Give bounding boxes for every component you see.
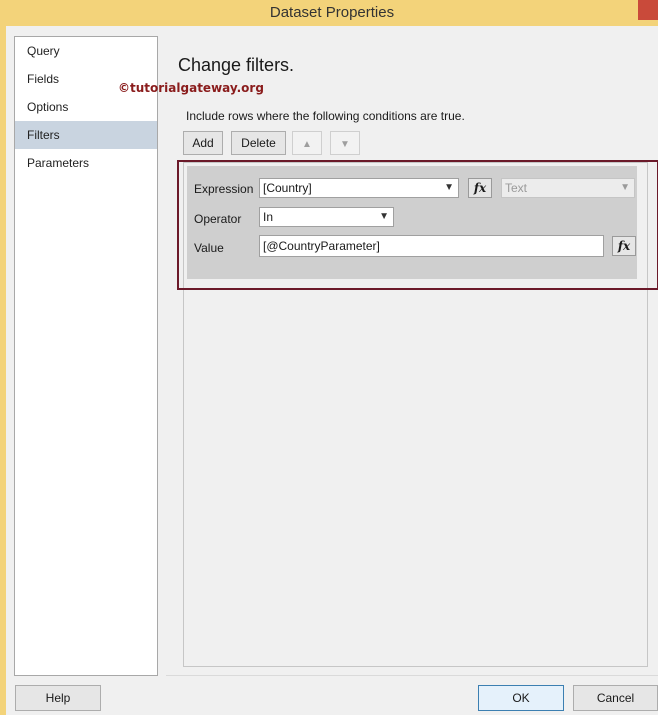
- down-arrow-icon: ▼: [340, 139, 350, 150]
- footer-divider: [166, 675, 658, 676]
- watermark: ©tutorialgateway.org: [118, 81, 264, 95]
- value-input[interactable]: [@CountryParameter]: [259, 235, 604, 257]
- dialog-window: Dataset Properties Query Fields Options …: [0, 0, 658, 715]
- delete-button[interactable]: Delete: [231, 131, 286, 155]
- value-text: [@CountryParameter]: [263, 239, 380, 253]
- up-arrow-icon: ▲: [302, 139, 312, 150]
- sidebar-item-filters[interactable]: Filters: [15, 121, 157, 149]
- operator-label: Operator: [194, 212, 242, 226]
- chevron-down-icon: ▼: [620, 182, 630, 193]
- instructions-text: Include rows where the following conditi…: [186, 109, 465, 123]
- value-label: Value: [194, 241, 224, 255]
- sidebar-nav: Query Fields Options Filters Parameters: [14, 36, 158, 676]
- operator-value: In: [263, 210, 274, 224]
- sidebar-item-options[interactable]: Options: [15, 93, 157, 121]
- add-button[interactable]: Add: [183, 131, 223, 155]
- sidebar-item-query[interactable]: Query: [15, 37, 157, 65]
- expression-dropdown[interactable]: [Country] ▼: [259, 178, 459, 198]
- data-type-dropdown: Text ▼: [501, 178, 635, 198]
- data-type-value: Text: [505, 181, 528, 195]
- page-title: Change filters.: [178, 55, 295, 75]
- window-title: Dataset Properties: [269, 4, 395, 21]
- ok-button[interactable]: OK: [478, 685, 564, 711]
- help-button[interactable]: Help: [15, 685, 101, 711]
- title-bar: Dataset Properties: [6, 0, 658, 26]
- expression-value: [Country]: [263, 181, 312, 195]
- expression-label: Expression: [194, 182, 254, 196]
- sidebar-item-parameters[interactable]: Parameters: [15, 149, 157, 177]
- expression-fx-button[interactable]: fx: [468, 178, 492, 198]
- value-fx-button[interactable]: fx: [612, 236, 636, 256]
- chevron-down-icon: ▼: [444, 182, 454, 193]
- dialog-client: Query Fields Options Filters Parameters …: [6, 26, 658, 715]
- chevron-down-icon: ▼: [379, 211, 389, 222]
- cancel-button[interactable]: Cancel: [573, 685, 658, 711]
- move-down-button[interactable]: ▼: [330, 131, 360, 155]
- move-up-button[interactable]: ▲: [292, 131, 322, 155]
- close-button[interactable]: [638, 0, 658, 20]
- operator-dropdown[interactable]: In ▼: [259, 207, 394, 227]
